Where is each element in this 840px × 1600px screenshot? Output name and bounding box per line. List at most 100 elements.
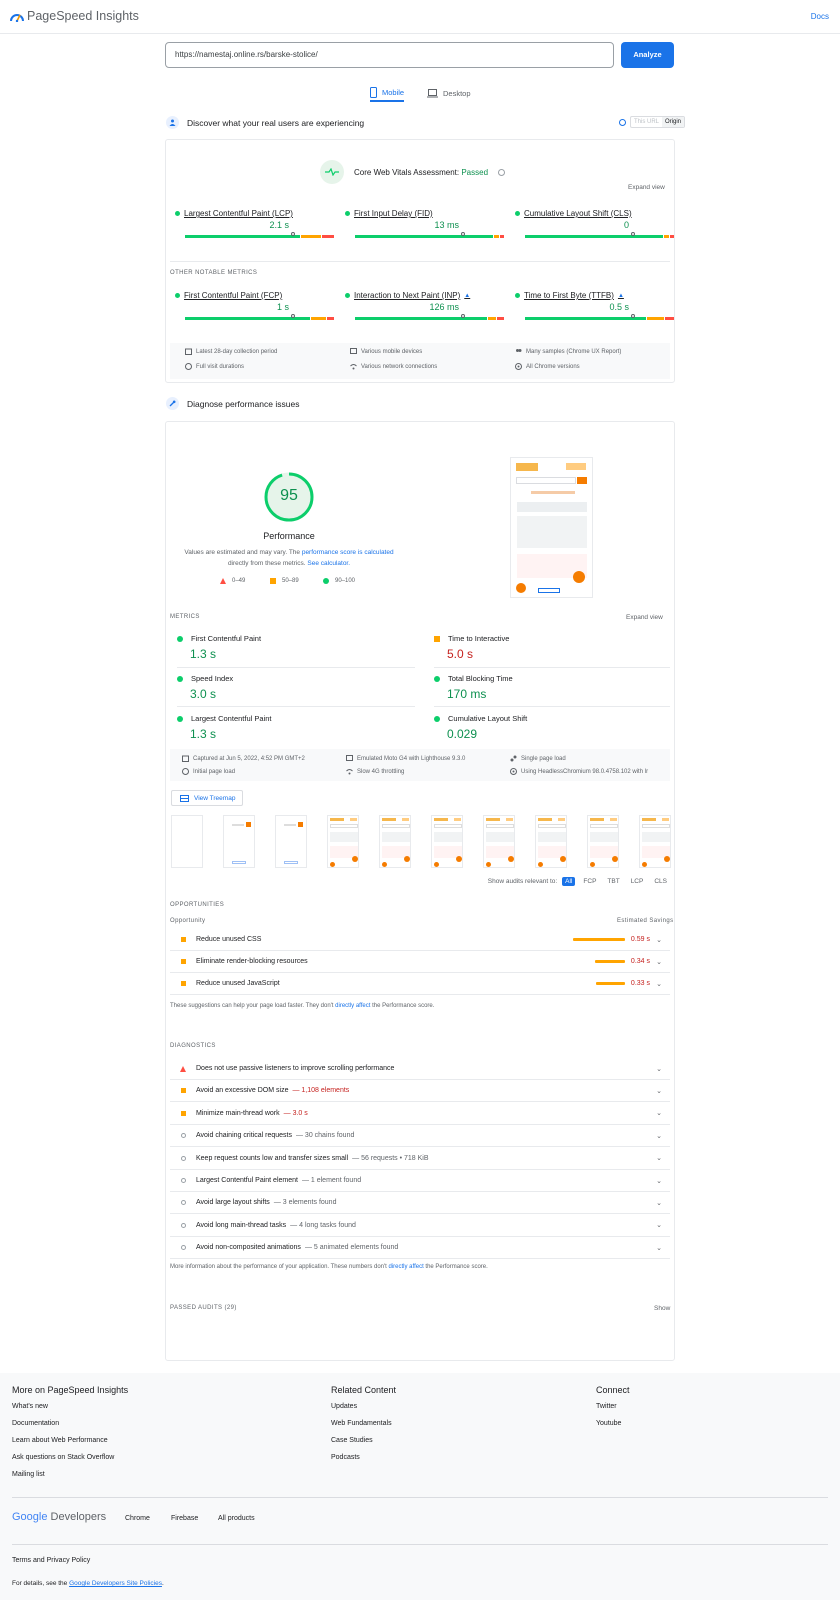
diagnostic-row[interactable]: Does not use passive listeners to improv… xyxy=(170,1058,670,1080)
field-metric[interactable]: Cumulative Layout Shift (CLS) 0 xyxy=(515,209,675,238)
distribution-segment xyxy=(300,235,322,238)
diagnostic-row[interactable]: Avoid long main-thread tasks — 4 long tas… xyxy=(170,1215,670,1237)
filter-tbt[interactable]: TBT xyxy=(604,877,622,886)
opportunity-row[interactable]: Reduce unused CSS 0.59 s ⌄ xyxy=(170,929,670,951)
diagnostic-row[interactable]: Minimize main-thread work — 3.0 s ⌄ xyxy=(170,1103,670,1125)
diagnostic-row[interactable]: Avoid chaining critical requests — 30 cha… xyxy=(170,1125,670,1148)
legend-average: 50–89 xyxy=(270,578,299,584)
analyze-button[interactable]: Analyze xyxy=(621,42,674,68)
chevron-down-icon[interactable]: ⌄ xyxy=(656,1199,662,1207)
footer-nav-chrome[interactable]: Chrome xyxy=(125,1515,150,1522)
chevron-down-icon[interactable]: ⌄ xyxy=(656,980,662,988)
tab-mobile[interactable]: Mobile xyxy=(370,84,405,102)
footer-link[interactable]: Updates xyxy=(331,1403,396,1420)
footer-link[interactable]: Mailing list xyxy=(12,1471,128,1488)
chevron-down-icon[interactable]: ⌄ xyxy=(656,1154,662,1162)
opportunities-label: OPPORTUNITIES xyxy=(170,902,225,908)
chevron-down-icon[interactable]: ⌄ xyxy=(656,1109,662,1117)
status-dot xyxy=(345,293,350,298)
footer-link[interactable]: Podcasts xyxy=(331,1454,396,1471)
status-dot xyxy=(434,675,440,682)
terms-link[interactable]: Terms and Privacy Policy xyxy=(12,1557,90,1564)
url-input[interactable]: https://namestaj.online.rs/barske-stolic… xyxy=(165,42,614,68)
diagnostic-row[interactable]: Avoid non-composited animations — 5 anima… xyxy=(170,1237,670,1260)
score-calc-link[interactable]: performance score is calculated xyxy=(302,549,394,556)
diagnostic-row[interactable]: Avoid large layout shifts — 3 elements fo… xyxy=(170,1192,670,1215)
distribution-segment xyxy=(525,235,664,238)
this-url-toggle[interactable]: This URL xyxy=(631,117,662,127)
lab-metric: Speed Index 3.0 s xyxy=(177,674,407,701)
wifi-icon xyxy=(350,364,357,370)
metric-name-text: Cumulative Layout Shift (CLS) xyxy=(524,209,632,218)
calculator-link[interactable]: See calculator. xyxy=(307,560,350,567)
lab-expand-view[interactable]: Expand view xyxy=(626,614,663,621)
footer-link[interactable]: Learn about Web Performance xyxy=(12,1437,128,1454)
footer-link[interactable]: Case Studies xyxy=(331,1437,396,1454)
footer-nav-firebase[interactable]: Firebase xyxy=(171,1515,198,1522)
chevron-down-icon[interactable]: ⌄ xyxy=(656,1132,662,1140)
footer-col-related: Related Content Updates Web Fundamentals… xyxy=(331,1385,396,1471)
tab-desktop[interactable]: Desktop xyxy=(427,84,471,102)
filter-cls[interactable]: CLS xyxy=(651,877,670,886)
origin-toggle[interactable]: Origin xyxy=(662,117,685,127)
info-text: Latest 28-day collection period xyxy=(196,348,278,355)
google-developers-logo[interactable]: Google Developers xyxy=(12,1511,106,1523)
chevron-down-icon[interactable]: ⌄ xyxy=(656,1065,662,1073)
footer-nav-all-products[interactable]: All products xyxy=(218,1515,255,1522)
metric-name: Time to First Byte (TTFB) ▲ xyxy=(515,291,675,300)
field-expand-view[interactable]: Expand view xyxy=(628,184,665,191)
chevron-down-icon[interactable]: ⌄ xyxy=(656,1087,662,1095)
filter-all[interactable]: All xyxy=(562,877,576,886)
field-metric[interactable]: First Input Delay (FID) 13 ms xyxy=(345,209,505,238)
status-dot xyxy=(177,675,183,682)
view-treemap-button[interactable]: View Treemap xyxy=(171,790,243,806)
diagnostic-name: Minimize main-thread work xyxy=(196,1109,280,1117)
chevron-down-icon[interactable]: ⌄ xyxy=(656,1244,662,1252)
footer-link[interactable]: Documentation xyxy=(12,1420,128,1437)
info-item: Many samples (Chrome UX Report) xyxy=(515,348,621,355)
opportunity-row[interactable]: Reduce unused JavaScript 0.33 s ⌄ xyxy=(170,973,670,995)
help-icon[interactable] xyxy=(498,168,506,176)
directly-affect-link[interactable]: directly affect xyxy=(389,1264,424,1270)
diagnostic-row[interactable]: Largest Contentful Paint element — 1 elem… xyxy=(170,1170,670,1192)
filter-lcp[interactable]: LCP xyxy=(628,877,647,886)
diagnostic-row[interactable]: Avoid an excessive DOM size — 1,108 eleme… xyxy=(170,1080,670,1103)
info-item: Full visit durations xyxy=(185,363,244,370)
footer-link[interactable]: Youtube xyxy=(596,1420,630,1437)
diagnostic-detail: — 4 long tasks found xyxy=(290,1221,356,1229)
legend-poor: 0–49 xyxy=(220,578,245,584)
filmstrip-frame xyxy=(483,815,515,868)
chevron-down-icon[interactable]: ⌄ xyxy=(656,1221,662,1229)
diagnostic-row[interactable]: Keep request counts low and transfer siz… xyxy=(170,1148,670,1170)
page-screenshot[interactable] xyxy=(510,457,593,598)
metric-name: Total Blocking Time xyxy=(448,674,513,683)
opportunity-row[interactable]: Eliminate render-blocking resources 0.34 … xyxy=(170,951,670,973)
metric-value: 1.3 s xyxy=(190,727,217,741)
footer-link[interactable]: Web Fundamentals xyxy=(331,1420,396,1437)
footer-link[interactable]: Twitter xyxy=(596,1403,630,1420)
note-text: These suggestions can help your page loa… xyxy=(170,1003,336,1009)
docs-link[interactable]: Docs xyxy=(811,12,829,21)
field-title-text: Discover what your real users are experi… xyxy=(187,117,365,128)
field-metric[interactable]: Time to First Byte (TTFB) ▲ 0.5 s xyxy=(515,291,675,320)
chevron-down-icon[interactable]: ⌄ xyxy=(656,1177,662,1185)
wrench-icon xyxy=(166,397,179,410)
field-metric[interactable]: Interaction to Next Paint (INP) ▲ 126 ms xyxy=(345,291,505,320)
info-circle-icon xyxy=(180,1155,186,1161)
footer-link[interactable]: Ask questions on Stack Overflow xyxy=(12,1454,128,1471)
footer-link[interactable]: What's new xyxy=(12,1403,128,1420)
filter-fcp[interactable]: FCP xyxy=(580,877,599,886)
passed-audits-show[interactable]: Show xyxy=(654,1305,670,1312)
app-title: PageSpeed Insights xyxy=(27,9,139,23)
metric-name: Interaction to Next Paint (INP) ▲ xyxy=(345,291,505,300)
assessment-label: Core Web Vitals Assessment: xyxy=(354,167,460,177)
chevron-down-icon[interactable]: ⌄ xyxy=(656,936,662,944)
directly-affect-link[interactable]: directly affect xyxy=(335,1003,370,1009)
distribution-segment xyxy=(499,235,504,238)
chevron-down-icon[interactable]: ⌄ xyxy=(656,958,662,966)
diagnostic-name: Avoid non-composited animations xyxy=(196,1244,301,1252)
field-metric[interactable]: Largest Contentful Paint (LCP) 2.1 s xyxy=(175,209,335,238)
metric-name: Cumulative Layout Shift xyxy=(448,714,528,723)
site-policies-link[interactable]: Google Developers Site Policies xyxy=(69,1580,162,1587)
field-metric[interactable]: First Contentful Paint (FCP) 1 s xyxy=(175,291,335,320)
